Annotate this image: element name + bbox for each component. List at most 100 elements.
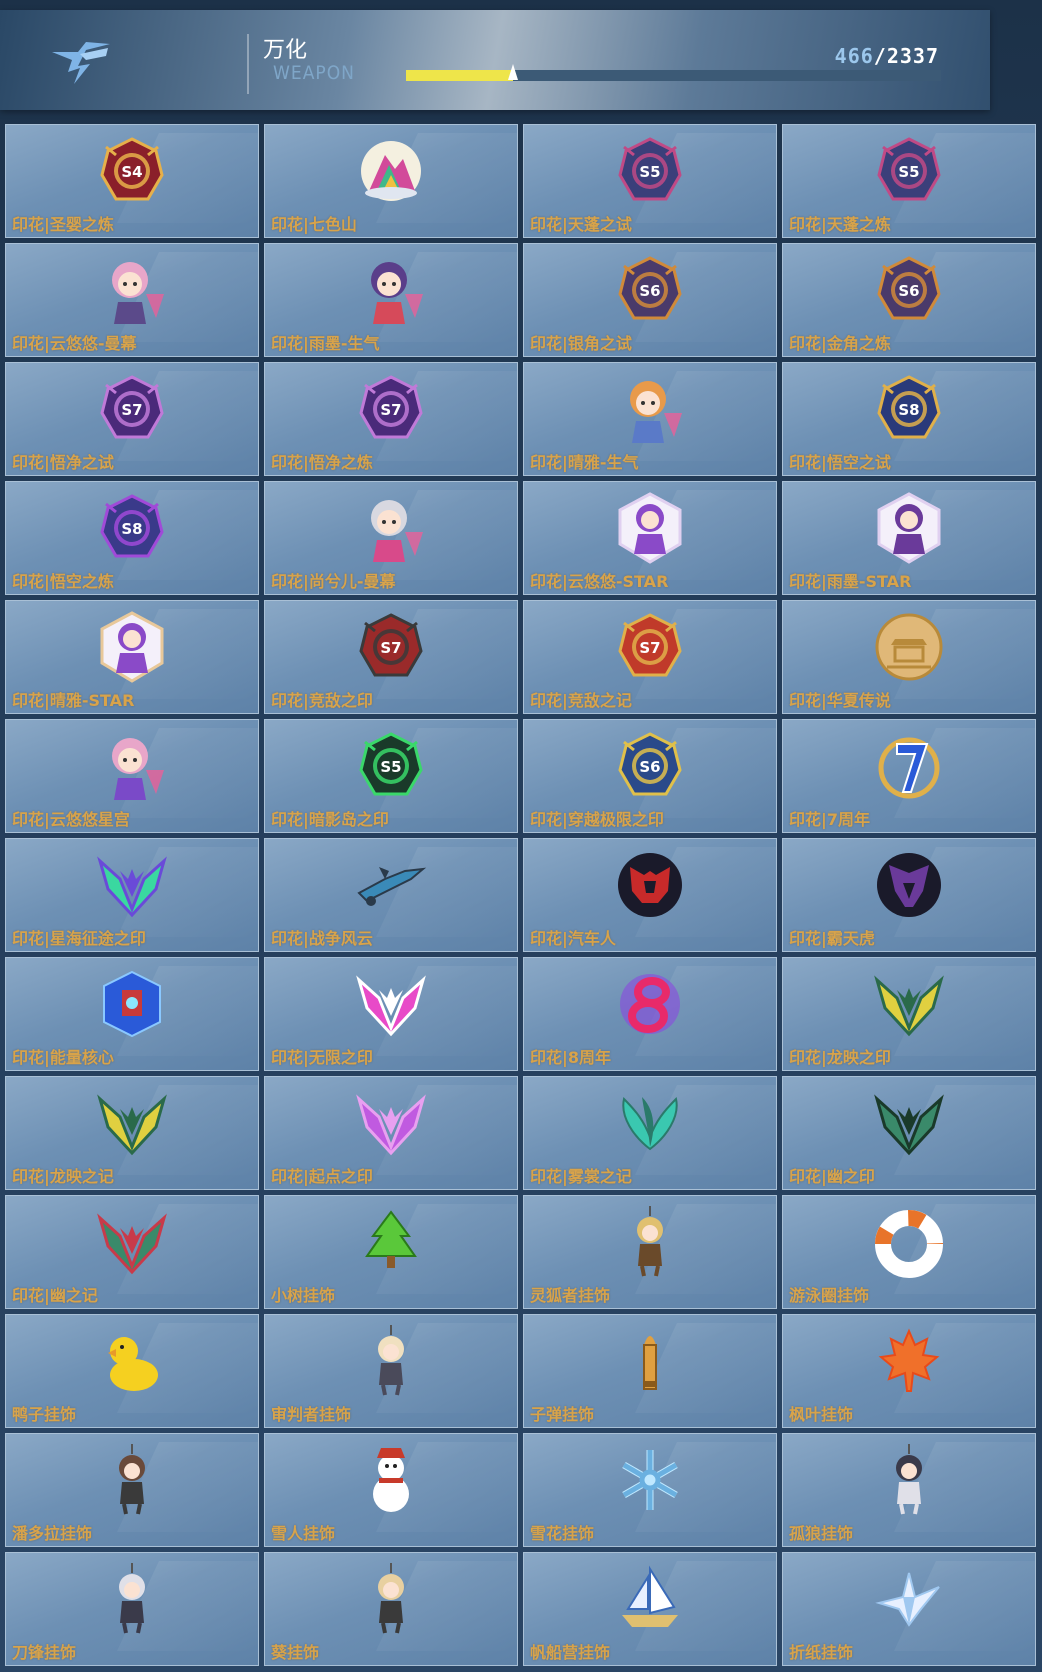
item-card[interactable]: 印花|霸天虎 bbox=[782, 838, 1036, 952]
item-card[interactable]: 帆船营挂饰 bbox=[523, 1552, 777, 1666]
item-card[interactable]: 印花|8周年 bbox=[523, 957, 777, 1071]
item-card[interactable]: 印花|汽车人 bbox=[523, 838, 777, 952]
item-label: 印花|七色山 bbox=[271, 215, 357, 234]
item-card[interactable]: 印花|能量核心 bbox=[5, 957, 259, 1071]
item-card[interactable]: 印花|云悠悠-曼幕 bbox=[5, 243, 259, 357]
item-card[interactable]: 孤狼挂饰 bbox=[782, 1433, 1036, 1547]
item-card[interactable]: S7 印花|悟净之炼 bbox=[264, 362, 518, 476]
item-card[interactable]: S6 印花|穿越极限之印 bbox=[523, 719, 777, 833]
star-portrait-icon bbox=[873, 492, 945, 564]
season-badge-icon: S6 bbox=[614, 254, 686, 326]
item-label: 折纸挂饰 bbox=[789, 1643, 854, 1662]
item-label: 帆船营挂饰 bbox=[530, 1643, 611, 1662]
item-label: 印花|圣婴之炼 bbox=[12, 215, 114, 234]
item-card[interactable]: 潘多拉挂饰 bbox=[5, 1433, 259, 1547]
progress-marker-icon bbox=[508, 64, 518, 80]
item-card[interactable]: 雪花挂饰 bbox=[523, 1433, 777, 1547]
svg-text:S7: S7 bbox=[121, 401, 142, 419]
svg-text:S5: S5 bbox=[639, 163, 660, 181]
item-card[interactable]: S8 印花|悟空之炼 bbox=[5, 481, 259, 595]
item-card[interactable]: 小树挂饰 bbox=[264, 1195, 518, 1309]
item-card[interactable]: 印花|幽之印 bbox=[782, 1076, 1036, 1190]
category-title: 万化 bbox=[263, 38, 308, 63]
item-card[interactable]: 印花|龙映之记 bbox=[5, 1076, 259, 1190]
item-card[interactable]: 印花|龙映之印 bbox=[782, 957, 1036, 1071]
item-card[interactable]: 印花|华夏传说 bbox=[782, 600, 1036, 714]
item-label: 印花|悟净之试 bbox=[12, 453, 114, 472]
item-card[interactable]: S7 印花|竞敌之印 bbox=[264, 600, 518, 714]
item-card[interactable]: 子弹挂饰 bbox=[523, 1314, 777, 1428]
item-label: 鸭子挂饰 bbox=[12, 1405, 77, 1424]
item-card[interactable]: S6 印花|银角之试 bbox=[523, 243, 777, 357]
decepticon-emblem-icon bbox=[873, 849, 945, 921]
v-wing-emblem-icon bbox=[873, 968, 945, 1040]
item-card[interactable]: 印花|7周年 bbox=[782, 719, 1036, 833]
category-subtitle: WEAPON bbox=[273, 62, 355, 84]
item-label: 印花|暗影岛之印 bbox=[271, 810, 389, 829]
item-label: 印花|悟净之炼 bbox=[271, 453, 373, 472]
v-wing-emblem-icon bbox=[355, 968, 427, 1040]
item-card[interactable]: 印花|幽之记 bbox=[5, 1195, 259, 1309]
item-card[interactable]: 审判者挂饰 bbox=[264, 1314, 518, 1428]
item-card[interactable]: 印花|雨墨-生气 bbox=[264, 243, 518, 357]
sailboat-charm-icon bbox=[614, 1563, 686, 1635]
item-card[interactable]: 游泳圈挂饰 bbox=[782, 1195, 1036, 1309]
svg-text:S5: S5 bbox=[898, 163, 919, 181]
svg-text:S5: S5 bbox=[380, 758, 401, 776]
item-card[interactable]: 印花|星海征途之印 bbox=[5, 838, 259, 952]
item-label: 印花|晴雅-STAR bbox=[12, 691, 135, 710]
paper-crane-charm-icon bbox=[873, 1563, 945, 1635]
anniversary-eight-icon bbox=[614, 968, 686, 1040]
item-label: 印花|雨墨-生气 bbox=[271, 334, 380, 353]
item-label: 子弹挂饰 bbox=[530, 1405, 595, 1424]
item-card[interactable]: S6 印花|金角之炼 bbox=[782, 243, 1036, 357]
item-card[interactable]: S5 印花|天蓬之试 bbox=[523, 124, 777, 238]
item-label: 印花|龙映之记 bbox=[12, 1167, 114, 1186]
season-badge-icon: S6 bbox=[873, 254, 945, 326]
item-card[interactable]: S5 印花|暗影岛之印 bbox=[264, 719, 518, 833]
item-card[interactable]: 印花|晴雅-生气 bbox=[523, 362, 777, 476]
item-card[interactable]: 印花|尚兮儿-曼幕 bbox=[264, 481, 518, 595]
item-card[interactable]: 折纸挂饰 bbox=[782, 1552, 1036, 1666]
item-card[interactable]: 印花|战争风云 bbox=[264, 838, 518, 952]
swim-ring-charm-icon bbox=[873, 1206, 945, 1278]
item-card[interactable]: 印花|七色山 bbox=[264, 124, 518, 238]
gold-coin-icon bbox=[873, 611, 945, 683]
item-card[interactable]: 印花|晴雅-STAR bbox=[5, 600, 259, 714]
item-label: 印花|能量核心 bbox=[12, 1048, 114, 1067]
item-card[interactable]: S7 印花|悟净之试 bbox=[5, 362, 259, 476]
svg-text:S8: S8 bbox=[121, 520, 142, 538]
item-card[interactable]: 印花|无限之印 bbox=[264, 957, 518, 1071]
item-label: 印花|银角之试 bbox=[530, 334, 632, 353]
season-badge-icon: S4 bbox=[96, 135, 168, 207]
item-label: 游泳圈挂饰 bbox=[789, 1286, 870, 1305]
item-card[interactable]: 印花|雾裳之记 bbox=[523, 1076, 777, 1190]
svg-text:S7: S7 bbox=[639, 639, 660, 657]
chibi-charm-icon bbox=[614, 1206, 686, 1278]
robot-core-icon bbox=[96, 968, 168, 1040]
item-card[interactable]: 鸭子挂饰 bbox=[5, 1314, 259, 1428]
item-card[interactable]: S5 印花|天蓬之炼 bbox=[782, 124, 1036, 238]
item-label: 印花|华夏传说 bbox=[789, 691, 891, 710]
item-card[interactable]: 刀锋挂饰 bbox=[5, 1552, 259, 1666]
item-card[interactable]: 印花|云悠悠星宫 bbox=[5, 719, 259, 833]
season-badge-icon: S7 bbox=[614, 611, 686, 683]
svg-text:S6: S6 bbox=[639, 282, 660, 300]
item-card[interactable]: 葵挂饰 bbox=[264, 1552, 518, 1666]
item-card[interactable]: 印花|雨墨-STAR bbox=[782, 481, 1036, 595]
item-card[interactable]: 枫叶挂饰 bbox=[782, 1314, 1036, 1428]
v-wing-emblem-icon bbox=[96, 849, 168, 921]
item-label: 印花|雾裳之记 bbox=[530, 1167, 632, 1186]
item-card[interactable]: 雪人挂饰 bbox=[264, 1433, 518, 1547]
item-label: 印花|星海征途之印 bbox=[12, 929, 146, 948]
item-card[interactable]: S4 印花|圣婴之炼 bbox=[5, 124, 259, 238]
svg-text:S6: S6 bbox=[639, 758, 660, 776]
item-card[interactable]: S7 印花|竞敌之记 bbox=[523, 600, 777, 714]
leaf-emblem-icon bbox=[614, 1087, 686, 1159]
collection-progress-bar bbox=[406, 64, 941, 81]
item-card[interactable]: 印花|起点之印 bbox=[264, 1076, 518, 1190]
maple-leaf-charm-icon bbox=[873, 1325, 945, 1397]
item-card[interactable]: S8 印花|悟空之试 bbox=[782, 362, 1036, 476]
item-card[interactable]: 灵狐者挂饰 bbox=[523, 1195, 777, 1309]
item-card[interactable]: 印花|云悠悠-STAR bbox=[523, 481, 777, 595]
